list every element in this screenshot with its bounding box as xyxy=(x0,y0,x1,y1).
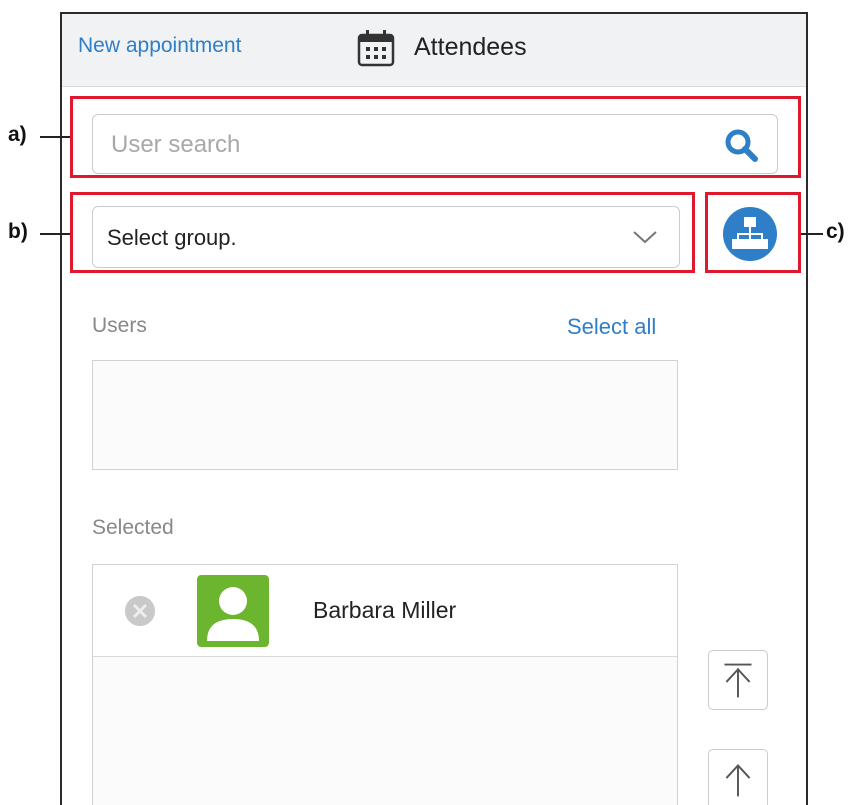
callout-label-c: c) xyxy=(826,220,845,243)
callout-line-a xyxy=(40,136,70,138)
attendees-panel: New appointment Attendees Select group. xyxy=(60,12,808,805)
avatar-icon xyxy=(197,575,269,647)
user-search-input[interactable] xyxy=(109,125,673,165)
org-chart-icon[interactable] xyxy=(722,206,778,262)
move-up-icon[interactable] xyxy=(708,749,768,805)
remove-icon[interactable] xyxy=(125,596,155,626)
selected-label: Selected xyxy=(92,516,174,539)
users-list[interactable] xyxy=(92,360,678,470)
select-all-link[interactable]: Select all xyxy=(567,314,656,340)
search-icon[interactable] xyxy=(723,127,759,163)
callout-line-c xyxy=(801,233,823,235)
user-search-box xyxy=(92,114,778,174)
callout-label-a: a) xyxy=(8,123,27,146)
callout-line-b xyxy=(40,233,70,235)
chevron-down-icon xyxy=(633,231,657,244)
new-appointment-link[interactable]: New appointment xyxy=(78,34,241,58)
move-top-icon[interactable] xyxy=(708,650,768,710)
users-label: Users xyxy=(92,314,147,337)
page-title: Attendees xyxy=(414,33,527,61)
header-bar: New appointment Attendees xyxy=(62,14,806,87)
selected-list[interactable]: Barbara Miller xyxy=(92,564,678,805)
group-select-dropdown[interactable]: Select group. xyxy=(92,206,680,268)
callout-label-b: b) xyxy=(8,220,28,243)
selected-user-row[interactable]: Barbara Miller xyxy=(93,565,677,657)
selected-user-name: Barbara Miller xyxy=(313,597,457,623)
group-select-value: Select group. xyxy=(107,225,237,250)
calendar-icon xyxy=(357,30,395,67)
